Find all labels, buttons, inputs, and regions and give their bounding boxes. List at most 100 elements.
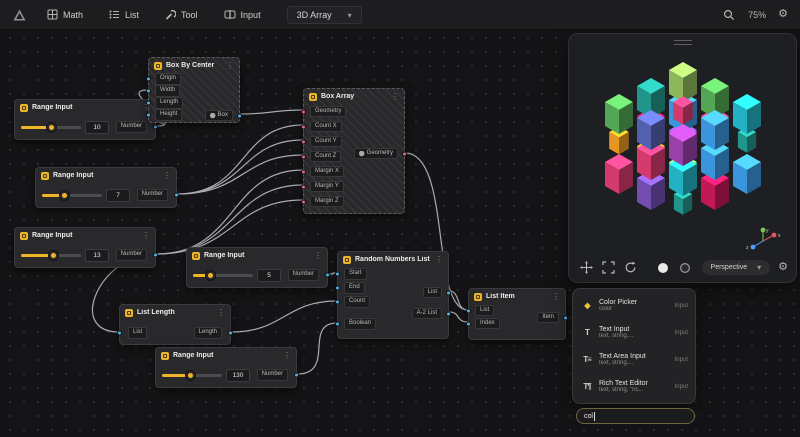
node-menu-icon[interactable] <box>552 293 560 301</box>
input-port[interactable] <box>301 184 306 189</box>
node-menu-icon[interactable] <box>142 232 150 240</box>
output-port[interactable] <box>153 124 158 130</box>
settings-gear-icon[interactable] <box>778 9 788 20</box>
node-menu-icon[interactable] <box>314 252 322 260</box>
input-port[interactable] <box>335 271 340 277</box>
node-header[interactable]: List Length <box>120 305 230 320</box>
input-port[interactable] <box>146 112 151 118</box>
input-port[interactable] <box>301 169 306 174</box>
slider-knob[interactable] <box>49 250 58 260</box>
input-label: Start <box>344 268 367 280</box>
input-port[interactable] <box>301 124 306 129</box>
node-header[interactable]: Range Input <box>36 168 176 183</box>
range-value[interactable]: 7 <box>106 188 130 202</box>
output-port[interactable] <box>446 290 451 295</box>
node-header[interactable]: Range Input <box>187 248 327 263</box>
input-port[interactable] <box>146 100 151 106</box>
input-port[interactable] <box>301 199 306 204</box>
node-menu-icon[interactable] <box>283 352 291 360</box>
node-header[interactable]: Range Input <box>15 228 155 243</box>
slider-knob[interactable] <box>47 122 57 132</box>
palette-item-rich-text-editor[interactable]: T¶ Rich Text Editor text, string, "ric..… <box>573 373 695 400</box>
projection-dropdown[interactable]: Perspective <box>701 260 771 275</box>
input-port[interactable] <box>146 76 151 82</box>
node-range-input-4[interactable]: Range Input 5 Number <box>186 247 330 288</box>
output-port[interactable] <box>294 372 299 378</box>
menu-tool[interactable]: Tool <box>165 9 198 20</box>
input-port[interactable] <box>301 139 306 144</box>
rotate-view-icon[interactable] <box>623 261 637 275</box>
input-port[interactable] <box>466 308 471 313</box>
node-box-by-center[interactable]: Box By Center Origin Width Length Height… <box>146 57 242 123</box>
node-menu-icon[interactable] <box>435 256 443 264</box>
node-list-item[interactable]: List Item List Index Item <box>466 288 568 340</box>
range-value[interactable]: 10 <box>85 120 109 134</box>
range-value[interactable]: 13 <box>85 248 109 262</box>
palette-item-text-input[interactable]: T Text Input text, string,... Input <box>573 319 695 346</box>
input-port[interactable] <box>146 88 151 94</box>
node-range-input-1[interactable]: Range Input 10 Number <box>14 99 158 140</box>
output-port[interactable] <box>228 330 233 336</box>
node-list-length[interactable]: List Length List Length <box>117 304 233 345</box>
range-slider[interactable] <box>21 122 81 132</box>
menu-list[interactable]: List <box>109 9 139 20</box>
slider-knob[interactable] <box>59 190 69 200</box>
axis-gizmo[interactable]: x y z <box>742 226 784 256</box>
slider-knob[interactable] <box>206 270 215 280</box>
node-header[interactable]: Range Input <box>156 348 296 363</box>
node-header[interactable]: Box Array <box>304 89 404 104</box>
palette-item-color-picker[interactable]: ◆ Color Picker color Input <box>573 292 695 319</box>
range-value[interactable]: 130 <box>226 368 250 382</box>
input-port[interactable] <box>335 285 340 291</box>
node-header[interactable]: Random Numbers List <box>338 252 448 267</box>
node-range-input-2[interactable]: Range Input 7 Number <box>35 167 179 208</box>
preset-dropdown[interactable]: 3D Array <box>286 5 362 24</box>
output-port[interactable] <box>325 272 330 278</box>
node-range-input-5[interactable]: Range Input 130 Number <box>155 347 299 388</box>
input-port[interactable] <box>335 321 340 327</box>
range-slider[interactable] <box>162 370 222 380</box>
output-port[interactable] <box>174 192 179 198</box>
shaded-mode-toggle[interactable] <box>656 261 670 275</box>
zoom-level[interactable]: 75% <box>748 10 766 20</box>
search-icon[interactable] <box>722 8 736 22</box>
input-port[interactable] <box>466 321 471 326</box>
menu-input[interactable]: Input <box>224 9 261 20</box>
node-random-numbers-list[interactable]: Random Numbers List Start End Count Bool… <box>335 251 451 339</box>
palette-item-text-area-input[interactable]: T≡ Text Area Input text, string,... Inpu… <box>573 346 695 373</box>
input-port[interactable] <box>301 109 306 114</box>
wireframe-mode-toggle[interactable] <box>678 261 692 275</box>
output-port[interactable] <box>153 252 158 258</box>
node-search-input[interactable]: col <box>576 408 695 424</box>
range-slider[interactable] <box>42 190 102 200</box>
output-port[interactable] <box>446 311 451 316</box>
node-header[interactable]: Box By Center <box>149 58 239 73</box>
range-value[interactable]: 5 <box>257 268 281 282</box>
viewport-3d-scene[interactable] <box>569 42 798 242</box>
node-menu-icon[interactable] <box>391 93 399 101</box>
input-port[interactable] <box>117 330 122 336</box>
node-menu-icon[interactable] <box>163 172 171 180</box>
menu-math[interactable]: Math <box>47 9 83 20</box>
node-header[interactable]: Range Input <box>15 100 155 115</box>
pan-icon[interactable] <box>579 261 593 275</box>
viewport-panel[interactable]: x y z Perspective <box>568 33 797 283</box>
node-menu-icon[interactable] <box>217 309 225 317</box>
node-range-input-3[interactable]: Range Input 13 Number <box>14 227 158 268</box>
output-port[interactable] <box>237 113 242 118</box>
input-port[interactable] <box>335 299 340 305</box>
slider-knob[interactable] <box>185 370 195 380</box>
output-port[interactable] <box>402 151 407 156</box>
range-slider[interactable] <box>193 270 253 280</box>
node-title: Range Input <box>32 104 73 111</box>
search-input-value[interactable]: col <box>584 413 593 420</box>
zoom-fit-icon[interactable] <box>601 261 615 275</box>
output-port[interactable] <box>563 315 568 320</box>
node-header[interactable]: List Item <box>469 289 565 304</box>
node-menu-icon[interactable] <box>226 62 234 70</box>
input-port[interactable] <box>301 154 306 159</box>
viewport-settings-gear-icon[interactable] <box>778 262 788 273</box>
app-logo-icon[interactable] <box>12 8 27 22</box>
node-box-array[interactable]: Box Array Geometry Count X Count Y Count… <box>301 88 407 214</box>
range-slider[interactable] <box>21 250 81 260</box>
